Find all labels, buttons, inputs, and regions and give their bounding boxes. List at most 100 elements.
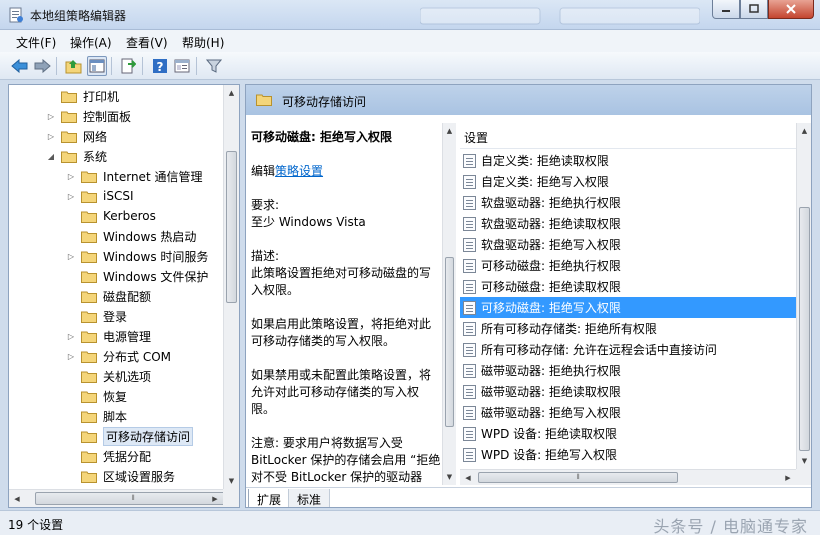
tree-item[interactable]: Windows 热启动 [65,226,196,246]
up-folder-button[interactable] [64,56,84,76]
list-item[interactable]: 软盘驱动器: 拒绝写入权限 [460,234,796,255]
scroll-left-arrow-icon[interactable]: ◀ [9,490,25,507]
up-folder-icon [65,60,82,74]
tab-standard[interactable]: 标准 [288,489,331,507]
properties-button[interactable] [172,56,192,76]
expand-arrow-icon[interactable]: ▷ [65,330,77,342]
scroll-up-arrow-icon[interactable]: ▲ [797,123,811,139]
close-icon [786,4,796,14]
details-pane: 可移动存储访问 可移动磁盘: 拒绝写入权限 编辑策略设置 要求: 至少 Windo… [245,84,812,508]
expand-arrow-icon[interactable]: ▷ [45,110,57,122]
close-button[interactable] [768,0,814,19]
scroll-down-arrow-icon[interactable]: ▼ [797,453,811,469]
expand-arrow-icon[interactable]: ▷ [65,190,77,202]
show-hide-tree-button[interactable] [87,56,107,76]
tree-item[interactable]: ▷ 电源管理 [65,326,151,346]
scroll-right-arrow-icon[interactable]: ▶ [207,490,223,507]
edit-policy-link[interactable]: 策略设置 [275,164,323,178]
settings-column-header[interactable]: 设置 [460,123,796,149]
list-item[interactable]: 可移动磁盘: 拒绝写入权限 [460,297,796,318]
menu-help[interactable]: 帮助(H) [182,34,224,51]
folder-icon [81,211,97,223]
list-vertical-scrollbar[interactable]: ▲ ▼ [796,123,811,469]
expand-arrow-icon[interactable]: ▷ [65,250,77,262]
help-button[interactable]: ? [150,56,170,76]
expand-arrow-icon [65,370,77,382]
tree-item[interactable]: ▷ Windows 时间服务 [65,246,208,266]
tree-item[interactable]: 可移动存储访问 [65,426,194,446]
tree-item[interactable]: ▷ Internet 通信管理 [65,166,203,186]
tree-item[interactable]: Kerberos [65,206,156,226]
minimize-button[interactable] [712,0,740,19]
list-item[interactable]: WPD 设备: 拒绝读取权限 [460,423,796,444]
folder-icon [81,431,97,443]
tree-item[interactable]: 凭据分配 [65,446,151,466]
expand-arrow-icon[interactable]: ▷ [65,350,77,362]
tree-item[interactable]: 恢复 [65,386,127,406]
list-item[interactable]: 磁带驱动器: 拒绝写入权限 [460,402,796,423]
list-item[interactable]: 可移动磁盘: 拒绝执行权限 [460,255,796,276]
tree-item[interactable]: ▷ 分布式 COM [65,346,171,366]
scroll-down-arrow-icon[interactable]: ▼ [224,473,239,489]
details-header: 可移动存储访问 [246,85,811,115]
tree-item[interactable]: 磁盘配额 [65,286,151,306]
scroll-up-arrow-icon[interactable]: ▲ [443,123,456,139]
back-button[interactable] [10,56,30,76]
menu-action[interactable]: 操作(A) [70,34,112,51]
tree-item[interactable]: 关机选项 [65,366,151,386]
list-item[interactable]: 所有可移动存储类: 拒绝所有权限 [460,318,796,339]
list-item[interactable]: 软盘驱动器: 拒绝执行权限 [460,192,796,213]
description-scroll-thumb[interactable] [445,257,454,427]
list-scroll-thumb[interactable] [799,207,810,451]
description-scrollbar[interactable]: ▲ ▼ [442,123,456,485]
list-item[interactable]: 所有可移动存储: 允许在远程会话中直接访问 [460,339,796,360]
scroll-up-arrow-icon[interactable]: ▲ [224,85,239,101]
list-item[interactable]: 软盘驱动器: 拒绝读取权限 [460,213,796,234]
list-item-label: 所有可移动存储: 允许在远程会话中直接访问 [481,343,717,357]
menu-bar: 文件(F) 操作(A) 查看(V) 帮助(H) [0,30,820,52]
filter-button[interactable] [204,56,224,76]
list-item-label: 自定义类: 拒绝写入权限 [481,175,609,189]
tree-item[interactable]: 打印机 [45,86,119,106]
tree-item[interactable]: 脚本 [65,406,127,426]
tree-horizontal-scrollbar[interactable]: ◀ ⦀ ▶ [9,489,231,507]
maximize-button[interactable] [740,0,768,19]
list-item[interactable]: 自定义类: 拒绝写入权限 [460,171,796,192]
tree-hscroll-thumb[interactable]: ⦀ [35,492,231,505]
forward-button[interactable] [32,56,52,76]
expand-arrow-icon [65,310,77,322]
tree-item[interactable]: Windows 文件保护 [65,266,208,286]
list-horizontal-scrollbar[interactable]: ◀ ⦀ ▶ [460,469,796,485]
list-item[interactable]: 可移动磁盘: 拒绝读取权限 [460,276,796,297]
scroll-right-arrow-icon[interactable]: ▶ [780,470,796,485]
list-item[interactable]: 磁带驱动器: 拒绝执行权限 [460,360,796,381]
expand-arrow-icon [65,410,77,422]
tree-scroll-thumb[interactable] [226,151,237,303]
policy-setting-icon [463,174,476,189]
tree-vertical-scrollbar[interactable]: ▲ ▼ [223,85,239,489]
expand-arrow-icon [65,470,77,482]
collapse-arrow-icon[interactable]: ◢ [45,150,57,162]
export-button[interactable] [118,56,138,76]
policy-setting-icon [463,426,476,441]
list-item[interactable]: 磁带驱动器: 拒绝读取权限 [460,381,796,402]
menu-view[interactable]: 查看(V) [126,34,168,51]
tree-item[interactable]: ▷ 网络 [45,126,107,146]
list-item[interactable]: WPD 设备: 拒绝写入权限 [460,444,796,465]
scroll-down-arrow-icon[interactable]: ▼ [443,469,456,485]
tree-item-label: 登录 [103,309,128,324]
tree-item[interactable]: ▷ 控制面板 [45,106,131,126]
policy-setting-icon [463,384,476,399]
tab-extended[interactable]: 扩展 [248,489,291,507]
tree-item[interactable]: 登录 [65,306,127,326]
list-hscroll-thumb[interactable]: ⦀ [478,472,678,483]
list-item-label: 自定义类: 拒绝读取权限 [481,154,609,168]
tree-item[interactable]: ▷ iSCSI [65,186,134,206]
list-item[interactable]: 自定义类: 拒绝读取权限 [460,150,796,171]
menu-file[interactable]: 文件(F) [16,34,56,51]
scroll-left-arrow-icon[interactable]: ◀ [460,470,476,485]
tree-item[interactable]: 区域设置服务 [65,466,175,486]
expand-arrow-icon[interactable]: ▷ [45,130,57,142]
tree-item[interactable]: ◢ 系统 [45,146,107,166]
expand-arrow-icon[interactable]: ▷ [65,170,77,182]
